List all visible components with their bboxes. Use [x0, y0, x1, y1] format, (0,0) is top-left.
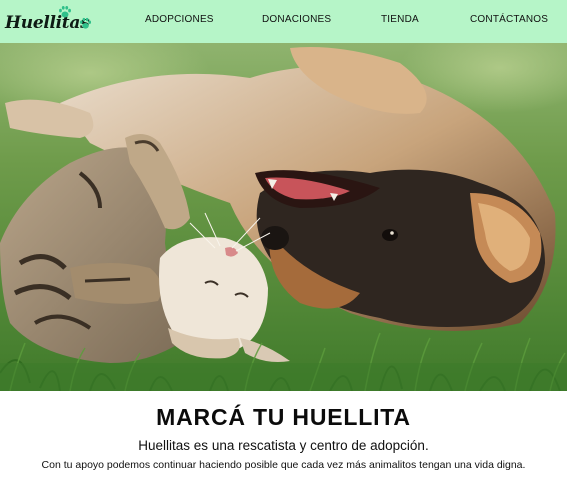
mission-text: Con tu apoyo podemos continuar haciendo … [41, 459, 526, 471]
intro-text: Huellitas es una rescatista y centro de … [138, 438, 429, 453]
brand-logo[interactable]: Huellitas [5, 4, 95, 40]
brand-name: Huellitas [5, 13, 90, 33]
paw-print-icon [59, 5, 71, 18]
nav-link-tienda[interactable]: TIENDA [381, 14, 419, 25]
hero-image [0, 43, 567, 391]
paw-print-icon [79, 17, 92, 29]
page-headline: MARCÁ TU HUELLITA [156, 404, 411, 430]
top-navbar: Huellitas ADOPCIONES DONACIONES TIENDA C… [0, 0, 567, 43]
nav-link-contactanos[interactable]: CONTÁCTANOS [470, 14, 548, 25]
nav-link-donaciones[interactable]: DONACIONES [262, 14, 331, 25]
nav-link-adopciones[interactable]: ADOPCIONES [145, 14, 214, 25]
hero-photo-cat-and-dog [0, 43, 567, 391]
